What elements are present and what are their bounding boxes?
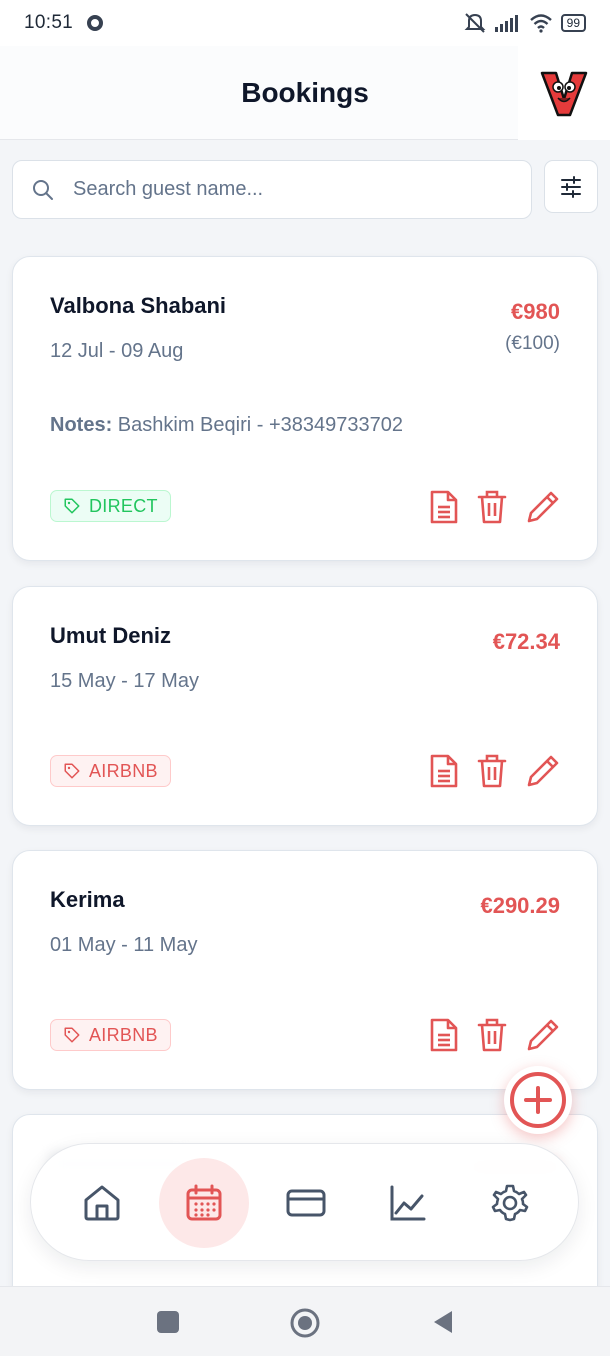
edit-button[interactable] [525,1017,561,1053]
status-bar: 10:51 99 [0,0,610,46]
gear-icon [491,1184,529,1222]
circle-home-icon [290,1308,320,1338]
plus-circle-icon [510,1072,566,1128]
booking-card[interactable]: Kerima €290.29 01 May - 11 May AIRBNB [12,850,598,1090]
card-actions [429,753,561,789]
delete-button[interactable] [477,753,507,789]
back-button[interactable] [430,1307,456,1337]
booking-dates: 12 Jul - 09 Aug [50,340,184,362]
edit-button[interactable] [525,753,561,789]
square-icon [157,1311,179,1333]
nav-settings[interactable] [465,1158,555,1248]
source-badge: DIRECT [50,490,171,522]
card-actions [429,1017,561,1053]
chrome-notification-icon [87,15,104,31]
document-icon [430,754,458,788]
booking-dates: 15 May - 17 May [50,670,199,692]
notes-text: Bashkim Beqiri - +38349733702 [117,414,403,436]
pencil-icon [527,1019,559,1051]
search-row [12,160,598,220]
guest-name: Kerima [50,887,125,912]
booking-price: €290.29 [480,893,560,918]
nav-home[interactable] [57,1158,147,1248]
chart-line-icon [390,1185,426,1221]
source-badge: AIRBNB [50,1019,171,1051]
home-system-button[interactable] [289,1307,321,1339]
mute-icon [464,13,486,33]
pencil-icon [527,491,559,523]
booking-card[interactable]: Valbona Shabani €980 12 Jul - 09 Aug (€1… [12,256,598,561]
source-label: AIRBNB [89,1024,158,1045]
tag-icon [64,498,80,514]
document-button[interactable] [429,489,459,525]
booking-notes: Notes: Bashkim Beqiri - +38349733702 [50,414,403,437]
nav-bookings[interactable] [159,1158,249,1248]
tag-icon [64,1027,80,1043]
trash-icon [477,490,507,524]
source-label: DIRECT [89,495,158,516]
add-booking-button[interactable] [504,1066,572,1134]
document-icon [430,1018,458,1052]
mascot-logo-icon [540,71,588,117]
booking-card[interactable]: Umut Deniz €72.34 15 May - 17 May AIRBNB [12,586,598,826]
recents-button[interactable] [156,1307,180,1337]
trash-icon [477,1018,507,1052]
document-icon [430,490,458,524]
nav-stats[interactable] [363,1158,453,1248]
booking-price: €980 [511,299,560,324]
search-icon [33,179,53,200]
nav-payments[interactable] [261,1158,351,1248]
status-icons: 99 [463,12,586,34]
booking-dates: 01 May - 11 May [50,934,198,956]
document-button[interactable] [429,1017,459,1053]
search-input[interactable] [73,178,493,201]
edit-button[interactable] [525,489,561,525]
booking-price: €72.34 [492,629,560,654]
guest-name: Valbona Shabani [50,293,227,318]
status-time: 10:51 [24,12,74,33]
calendar-icon [186,1184,222,1221]
page-title: Bookings [241,76,369,108]
card-actions [429,489,561,525]
delete-button[interactable] [477,1017,507,1053]
system-nav-bar [0,1286,610,1356]
source-label: AIRBNB [89,760,158,781]
battery-indicator: 99 [560,14,586,32]
wifi-icon [529,14,552,33]
trash-icon [477,754,507,788]
booking-deposit: (€100) [505,333,560,354]
app-logo[interactable] [518,46,610,140]
home-icon [84,1185,120,1221]
document-button[interactable] [429,753,459,789]
tag-icon [64,763,80,779]
app-header: Bookings [0,46,610,140]
signal-icon [494,15,518,32]
credit-card-icon [286,1189,326,1217]
delete-button[interactable] [477,489,507,525]
source-badge: AIRBNB [50,755,171,787]
guest-name: Umut Deniz [50,623,171,648]
sliders-icon [561,175,581,198]
search-box [12,160,532,219]
pencil-icon [527,755,559,787]
filter-button[interactable] [544,160,598,213]
notes-label: Notes: [50,414,113,436]
bottom-nav [30,1143,579,1261]
back-triangle-icon [434,1311,452,1333]
